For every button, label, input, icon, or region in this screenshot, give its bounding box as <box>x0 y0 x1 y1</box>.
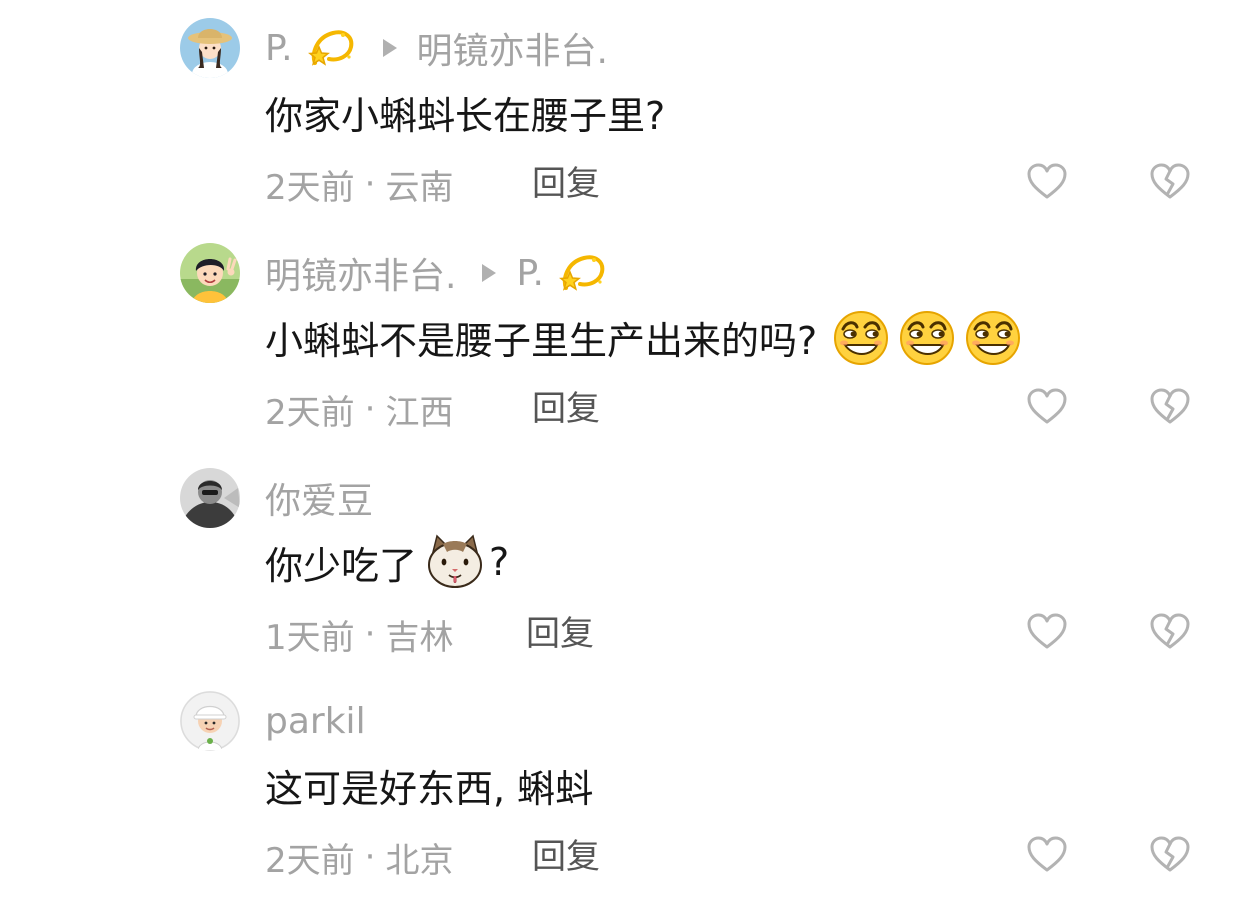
meta-separator: · <box>364 837 376 877</box>
comment-location: 江西 <box>385 392 454 433</box>
avatar[interactable] <box>180 243 240 303</box>
dizzy-star-emoji-icon <box>558 248 608 298</box>
broken-heart-icon[interactable] <box>1148 385 1192 429</box>
comment-meta: 1天前 · 吉林 <box>265 612 454 658</box>
comment-text: 小蝌蚪不是腰子里生产出来的吗? <box>265 313 1023 361</box>
avatar[interactable] <box>180 468 240 528</box>
reply-button[interactable]: 回复 <box>532 162 600 206</box>
username-line: 明镜亦非台. P. <box>265 248 608 298</box>
broken-heart-icon[interactable] <box>1148 160 1192 204</box>
cartoon-boy-white-cap-avatar-icon <box>180 691 240 751</box>
reply-to-username[interactable]: P. <box>516 253 544 294</box>
comment-item: parkil 这可是好东西, 蝌蚪 2天前 · 北京 回复 <box>0 673 1242 898</box>
comment-item: 你爱豆 你少吃了 ? 1天前 · 吉林 回复 <box>0 450 1242 675</box>
reply-to-username[interactable]: 明镜亦非台. <box>417 22 608 74</box>
cat-face-emoji-icon <box>425 532 485 592</box>
reply-button[interactable]: 回复 <box>532 387 600 431</box>
boy-peace-sign-avatar-icon <box>180 243 240 303</box>
broken-heart-icon[interactable] <box>1148 833 1192 877</box>
comment-item: P. 明镜亦非台. 你家小蝌蚪长在腰子里? 2天前 · 云南 回复 <box>0 0 1242 225</box>
comment-text-content: 你家小蝌蚪长在腰子里? <box>265 93 666 138</box>
broken-heart-icon[interactable] <box>1148 610 1192 654</box>
comment-meta: 2天前 · 江西 <box>265 387 454 433</box>
meta-separator: · <box>364 389 376 429</box>
heart-outline-icon[interactable] <box>1025 610 1069 654</box>
username-line: parkil <box>265 699 366 743</box>
heart-outline-icon[interactable] <box>1025 833 1069 877</box>
comment-item: 明镜亦非台. P. 小蝌蚪不是腰子里生产出来的吗? 2天前 · 江西 回复 <box>0 225 1242 450</box>
comment-text: 你家小蝌蚪长在腰子里? <box>265 88 665 138</box>
smirk-emoji-icon <box>963 307 1023 367</box>
play-triangle-icon <box>482 264 497 282</box>
comment-location: 北京 <box>385 840 454 881</box>
username[interactable]: P. <box>265 28 293 69</box>
comment-meta: 2天前 · 云南 <box>265 162 454 208</box>
comment-text-content: 小蝌蚪不是腰子里生产出来的吗? <box>265 318 818 363</box>
heart-outline-icon[interactable] <box>1025 385 1069 429</box>
comment-time: 2天前 <box>265 392 355 433</box>
comment-text: 你少吃了 ? <box>265 538 509 586</box>
smirk-emoji-icon <box>897 307 957 367</box>
comment-text-before: 你少吃了 <box>265 543 418 588</box>
username[interactable]: 明镜亦非台. <box>265 247 456 299</box>
username-line: P. 明镜亦非台. <box>265 23 608 73</box>
comment-meta: 2天前 · 北京 <box>265 835 454 881</box>
meta-separator: · <box>364 164 376 204</box>
comment-time: 2天前 <box>265 840 355 881</box>
comment-text-after: ? <box>489 540 510 584</box>
girl-straw-hat-avatar-icon <box>180 18 240 78</box>
comment-location: 云南 <box>385 167 454 208</box>
comment-time: 2天前 <box>265 167 355 208</box>
heart-outline-icon[interactable] <box>1025 160 1069 204</box>
username-line: 你爱豆 <box>265 476 373 522</box>
reply-button[interactable]: 回复 <box>532 835 600 879</box>
username[interactable]: parkil <box>265 701 366 742</box>
comment-time: 1天前 <box>265 617 355 658</box>
reply-button[interactable]: 回复 <box>526 612 594 656</box>
comment-text: 这可是好东西, 蝌蚪 <box>265 761 593 811</box>
play-triangle-icon <box>382 39 397 57</box>
avatar[interactable] <box>180 18 240 78</box>
comment-text-content: 这可是好东西, 蝌蚪 <box>265 766 594 811</box>
smirk-emoji-icon <box>831 307 891 367</box>
username[interactable]: 你爱豆 <box>265 472 373 524</box>
grayscale-photo-avatar-icon <box>180 468 240 528</box>
avatar[interactable] <box>180 691 240 751</box>
dizzy-star-emoji-icon <box>307 23 357 73</box>
meta-separator: · <box>364 614 376 654</box>
comment-location: 吉林 <box>385 617 454 658</box>
